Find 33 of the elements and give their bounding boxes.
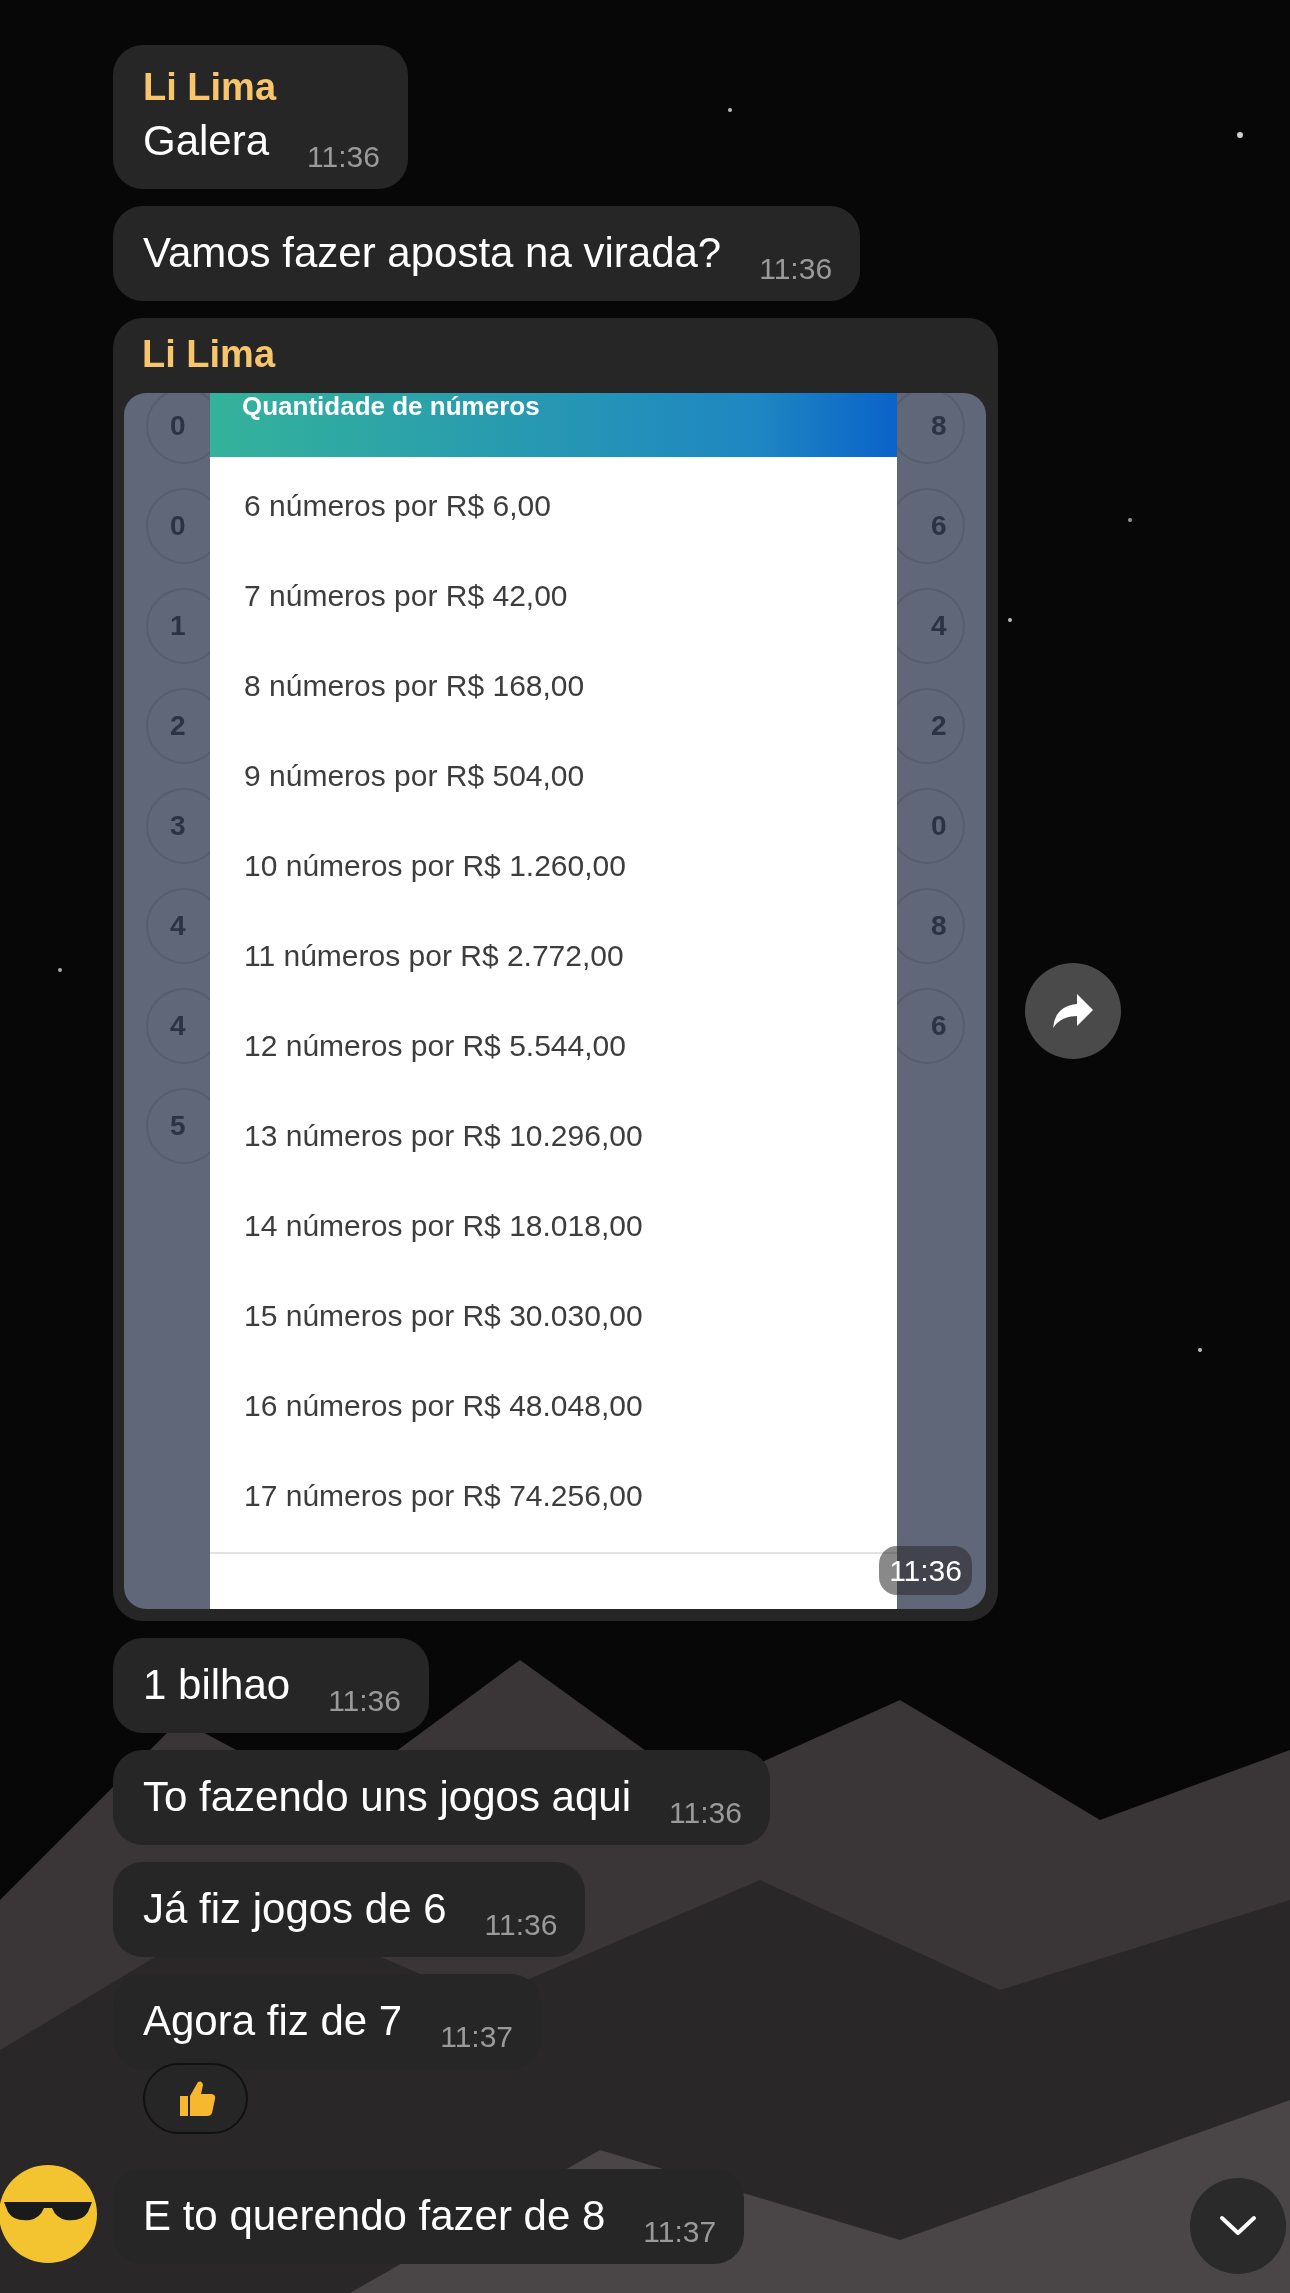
option-text: 7 números por R$ 42,00 [244, 577, 568, 614]
message-text: Vamos fazer aposta na virada? [143, 228, 722, 279]
dialog-title: Quantidade de números [210, 393, 897, 458]
avatar[interactable] [0, 2163, 98, 2264]
option-text: 12 números por R$ 5.544,00 [244, 1027, 626, 1064]
message-time: 11:36 [307, 139, 380, 176]
message-text: E to querendo fazer de 8 [143, 2190, 606, 2241]
option-text: 6 números por R$ 6,00 [244, 487, 551, 524]
chevron-down-icon [1218, 2214, 1258, 2238]
option-text: 8 números por R$ 168,00 [244, 667, 585, 704]
sender-name: Li Lima [141, 332, 277, 377]
message-time: 11:37 [440, 2018, 514, 2055]
message-time: 11:37 [643, 2213, 717, 2250]
message-text: 1 bilhao [143, 1660, 291, 1711]
option-text: 9 números por R$ 504,00 [244, 757, 585, 794]
message-text: Galera [143, 116, 270, 167]
option-text: 16 números por R$ 48.048,00 [244, 1387, 643, 1424]
message-text: To fazendo uns jogos aqui [143, 1772, 632, 1823]
message-time: 11:36 [759, 251, 833, 287]
option-text: 10 números por R$ 1.260,00 [244, 847, 626, 884]
sender-name: Li Lima [143, 65, 278, 110]
option-text: 15 números por R$ 30.030,00 [244, 1297, 643, 1334]
option-text: 11 números por R$ 2.772,00 [244, 937, 624, 974]
message-time: 11:36 [484, 1906, 558, 1943]
option-text: 17 números por R$ 74.256,00 [244, 1477, 643, 1514]
message-time: 11:36 [328, 1683, 401, 1720]
message-time: 11:36 [669, 1794, 742, 1831]
share-arrow-icon [1051, 992, 1095, 1030]
message-text: Agora fiz de 7 [143, 1995, 403, 2046]
option-text: 13 números por R$ 10.296,00 [244, 1117, 643, 1154]
option-text: 14 números por R$ 18.018,00 [244, 1207, 643, 1244]
message-time: 11:36 [879, 1546, 972, 1596]
message-text: Já fiz jogos de 6 [143, 1883, 447, 1934]
